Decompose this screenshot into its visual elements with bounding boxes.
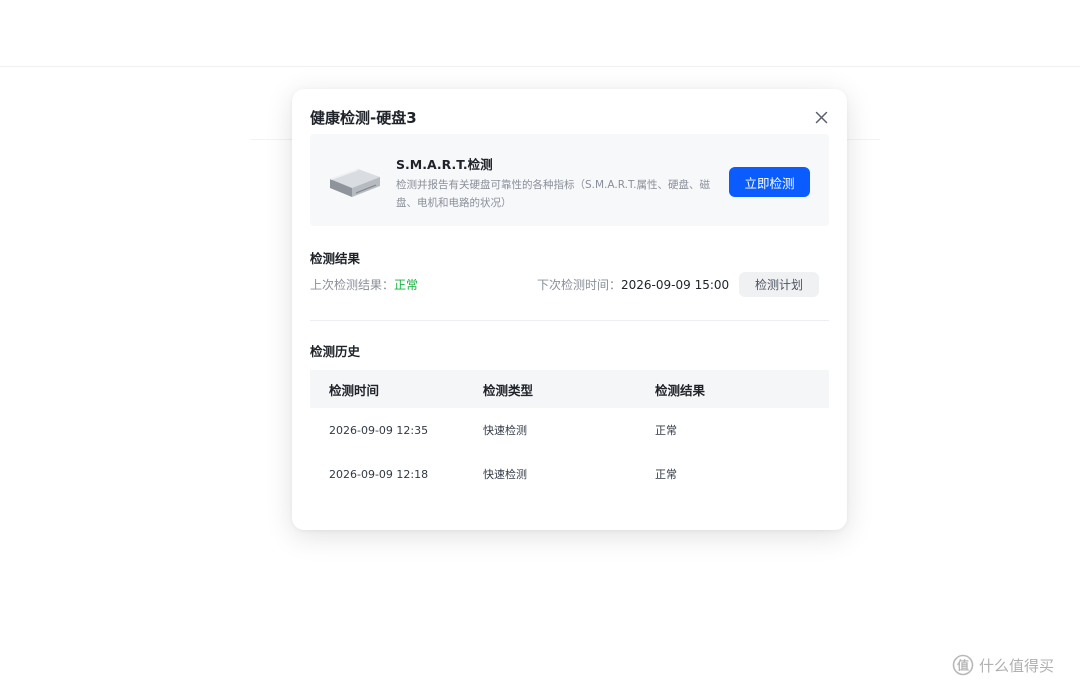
column-header-result: 检测结果 [655,382,706,398]
row-time: 2026-09-09 12:18 [329,467,429,481]
row-result: 正常 [655,424,677,437]
smart-description: 检测并报告有关硬盘可靠性的各种指标（S.M.A.R.T.属性、硬盘、磁盘、电机和… [396,179,710,209]
check-plan-button[interactable]: 检测计划 [739,272,819,297]
close-icon [815,111,828,124]
table-row: 2026-09-09 12:35 快速检测 正常 [310,408,829,452]
result-section-title: 检测结果 [310,251,361,266]
table-row: 2026-09-09 12:18 快速检测 正常 [310,452,829,496]
next-time-label: 下次检测时间： [537,278,622,292]
smzdm-logo-icon: 值 [952,654,974,676]
row-time: 2026-09-09 12:35 [329,423,429,437]
column-header-type: 检测类型 [483,382,534,398]
section-divider [310,320,829,321]
next-time-value: 2026-09-09 15:00 [621,278,730,292]
page-header-divider [0,66,1080,67]
check-now-button[interactable]: 立即检测 [729,167,810,197]
watermark-text: 什么值得买 [979,656,1055,675]
health-check-dialog: 健康检测-硬盘3 S.M.A.R.T.检测 检测并报告有关硬盘可靠性的各种指标（… [292,89,847,530]
svg-text:值: 值 [957,658,969,673]
table-header: 检测时间 检测类型 检测结果 [310,370,829,408]
row-result: 正常 [655,468,677,481]
row-type: 快速检测 [483,468,527,481]
next-check-time: 下次检测时间：2026-09-09 15:00 [537,276,729,293]
dialog-title: 健康检测-硬盘3 [310,109,417,127]
row-type: 快速检测 [483,424,527,437]
close-button[interactable] [811,107,833,129]
last-result: 上次检测结果：正常 [310,276,418,293]
last-result-label: 上次检测结果： [310,278,395,292]
smart-check-card: S.M.A.R.T.检测 检测并报告有关硬盘可靠性的各种指标（S.M.A.R.T… [310,134,829,226]
history-section-title: 检测历史 [310,344,361,359]
hard-disk-icon [330,169,380,197]
history-table: 检测时间 检测类型 检测结果 2026-09-09 12:35 快速检测 正常 … [310,370,829,496]
column-header-time: 检测时间 [329,382,380,398]
last-result-value: 正常 [394,278,419,292]
smart-title: S.M.A.R.T.检测 [396,157,493,172]
watermark: 值 什么值得买 [952,654,1054,676]
